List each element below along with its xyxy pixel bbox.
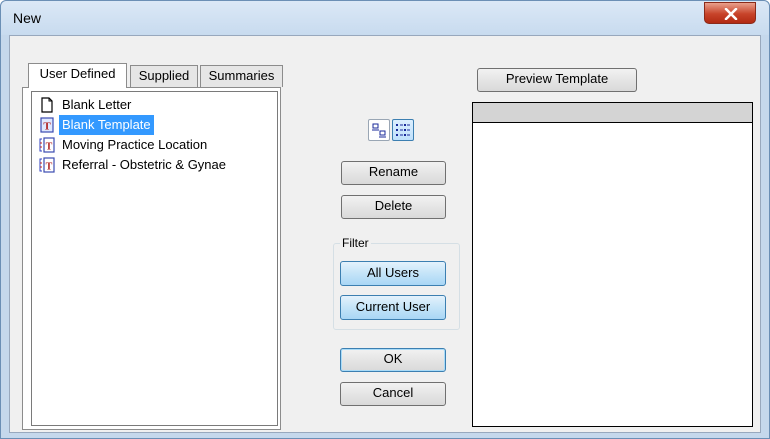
preview-template-button[interactable]: Preview Template — [477, 68, 637, 92]
cancel-button[interactable]: Cancel — [340, 382, 446, 406]
all-users-button[interactable]: All Users — [340, 261, 446, 286]
template-name: Moving Practice Location — [62, 137, 208, 152]
tab-user-defined[interactable]: User Defined — [28, 63, 127, 88]
blank-page-icon — [41, 97, 53, 113]
linked-template-icon: T — [39, 157, 55, 173]
close-icon — [724, 8, 738, 20]
rename-button[interactable]: Rename — [341, 161, 446, 185]
svg-text:T: T — [43, 121, 51, 133]
template-name: Blank Template — [59, 115, 154, 135]
template-name: Blank Letter — [62, 97, 132, 112]
template-list[interactable]: Blank Letter T Blank Template T Moving P… — [31, 91, 278, 426]
title-bar[interactable]: New — [1, 1, 769, 35]
template-t-icon: T — [40, 117, 54, 133]
filter-label: Filter — [340, 236, 371, 250]
close-button[interactable] — [704, 2, 756, 24]
list-view-icon — [396, 124, 410, 136]
preview-header-bar — [473, 103, 752, 123]
ok-button[interactable]: OK — [340, 348, 446, 372]
small-icons-view-button[interactable] — [368, 119, 390, 141]
template-name: Referral - Obstetric & Gynae — [62, 157, 226, 172]
template-preview-pane — [472, 102, 753, 427]
small-icons-view-icon — [372, 123, 386, 138]
linked-template-icon: T — [39, 137, 55, 153]
tab-supplied[interactable]: Supplied — [130, 65, 198, 87]
delete-button[interactable]: Delete — [341, 195, 446, 219]
svg-text:T: T — [46, 162, 53, 173]
svg-text:T: T — [46, 142, 53, 153]
window-title: New — [13, 10, 42, 26]
current-user-button[interactable]: Current User — [340, 295, 446, 320]
tab-summaries[interactable]: Summaries — [200, 65, 283, 87]
list-view-button[interactable] — [392, 119, 414, 141]
